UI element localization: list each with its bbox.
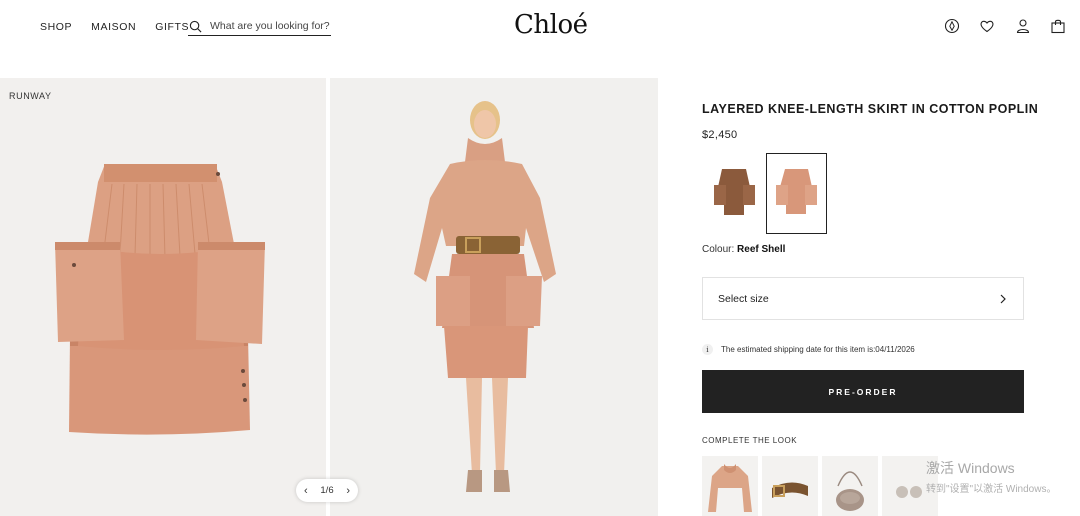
search-icon[interactable] [189, 20, 202, 33]
look-item-blouse[interactable] [702, 456, 758, 516]
product-image-model[interactable] [330, 78, 658, 516]
gallery-pager: ‹ 1/6 › [296, 479, 358, 502]
size-select[interactable]: Select size [702, 277, 1024, 320]
colour-label: Colour: [702, 244, 735, 255]
swatch-reef-shell[interactable] [766, 153, 827, 234]
shipping-note: i The estimated shipping date for this i… [702, 344, 915, 355]
nav-maison[interactable]: MAISON [91, 21, 136, 33]
site-header: SHOP MAISON GIFTS Chloé [0, 0, 1080, 56]
skirt-illustration [55, 164, 265, 435]
info-icon: i [702, 344, 713, 355]
windows-activation-watermark: 激活 Windows 转到"设置"以激活 Windows。 [926, 458, 1056, 495]
size-select-label: Select size [718, 292, 769, 305]
main-nav: SHOP MAISON GIFTS [40, 21, 208, 33]
swatch-brown[interactable] [704, 153, 765, 234]
colour-value: Reef Shell [737, 244, 786, 255]
nav-shop[interactable]: SHOP [40, 21, 72, 33]
shipping-note-text: The estimated shipping date for this ite… [721, 345, 915, 354]
header-icons [924, 17, 1066, 35]
nav-gifts[interactable]: GIFTS [155, 21, 189, 33]
look-item-bag[interactable] [822, 456, 878, 516]
search-bar [188, 17, 331, 36]
account-icon[interactable] [1015, 17, 1031, 35]
chevron-right-icon [1000, 294, 1006, 303]
look-item-belt[interactable] [762, 456, 818, 516]
look-item-earrings[interactable] [882, 456, 938, 516]
colour-line: Colour: Reef Shell [702, 244, 785, 255]
wishlist-heart-icon[interactable] [979, 17, 995, 35]
product-price: $2,450 [702, 129, 738, 141]
pager-count: 1/6 [320, 485, 334, 496]
watermark-title: 激活 Windows [926, 460, 1015, 476]
pager-next-icon[interactable]: › [346, 485, 350, 497]
shopping-bag-icon[interactable] [1050, 17, 1066, 35]
pre-order-button[interactable]: PRE-ORDER [702, 370, 1024, 413]
pager-prev-icon[interactable]: ‹ [304, 485, 308, 497]
brand-logo[interactable]: Chloé [514, 10, 588, 40]
store-locator-icon[interactable] [944, 17, 960, 35]
model-illustration [414, 101, 556, 492]
complete-the-look-heading: COMPLETE THE LOOK [702, 436, 798, 445]
product-image-flat[interactable]: RUNWAY [0, 78, 326, 516]
product-title: LAYERED KNEE-LENGTH SKIRT IN COTTON POPL… [702, 102, 1039, 116]
watermark-subtitle: 转到"设置"以激活 Windows。 [926, 484, 1057, 495]
search-input[interactable] [210, 20, 330, 32]
